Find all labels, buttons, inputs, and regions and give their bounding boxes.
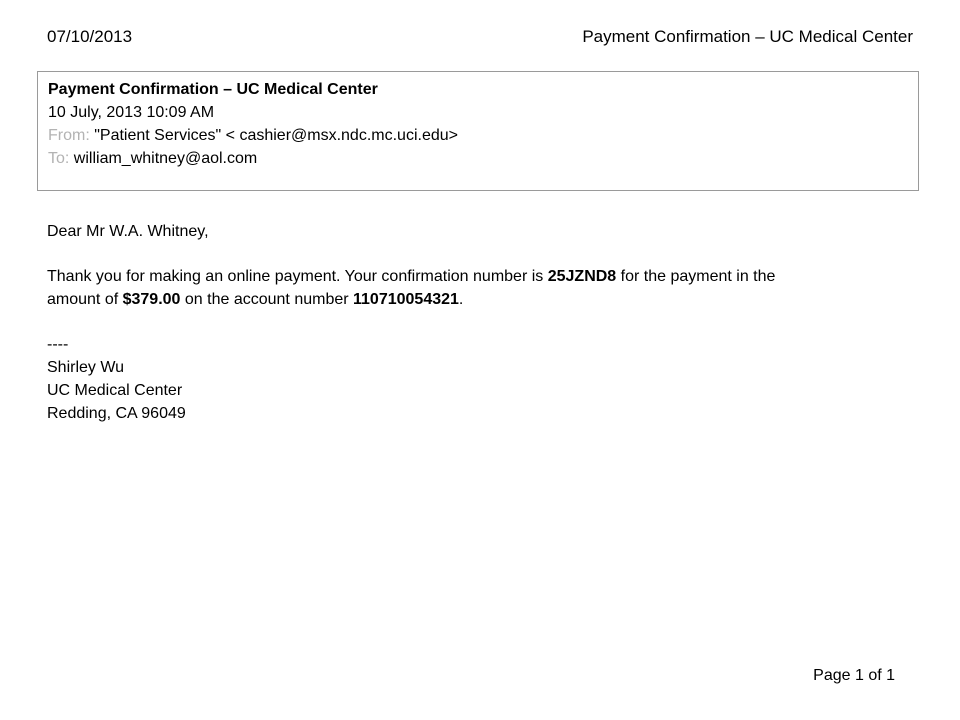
signature-name: Shirley Wu: [47, 359, 125, 376]
from-value: "Patient Services" < cashier@msx.ndc.mc.…: [94, 127, 458, 144]
message-text: .: [458, 291, 464, 308]
account-number: 110710054321: [353, 291, 459, 308]
message-text: amount of: [47, 291, 123, 308]
signature-separator: ----: [47, 336, 69, 353]
email-from-row: From: "Patient Services" < cashier@msx.n…: [48, 124, 908, 147]
to-label: To:: [48, 150, 70, 167]
print-header-title: Payment Confirmation – UC Medical Center: [582, 27, 913, 46]
to-value: william_whitney@aol.com: [73, 150, 258, 167]
signature-address: Redding, CA 96049: [47, 405, 186, 422]
page-number: Page 1 of 1: [813, 667, 895, 684]
signature-organization: UC Medical Center: [47, 382, 183, 399]
message-text: Thank you for making an online payment. …: [47, 268, 548, 285]
message-text: for the payment in the: [616, 268, 776, 285]
email-body: Dear Mr W.A. Whitney, Thank you for maki…: [47, 220, 907, 425]
print-date: 07/10/2013: [47, 27, 133, 46]
message-text: on the account number: [180, 291, 354, 308]
payment-message-line-1: Thank you for making an online payment. …: [47, 265, 907, 288]
greeting: Dear Mr W.A. Whitney,: [47, 223, 209, 240]
payment-message-line-2: amount of $379.00 on the account number …: [47, 288, 907, 311]
email-subject: Payment Confirmation – UC Medical Center: [48, 81, 378, 98]
from-label: From:: [48, 127, 90, 144]
email-datetime: 10 July, 2013 10:09 AM: [48, 104, 215, 121]
email-to-row: To: william_whitney@aol.com: [48, 147, 908, 170]
email-header-panel: Payment Confirmation – UC Medical Center…: [37, 71, 919, 191]
payment-amount: $379.00: [122, 291, 181, 308]
confirmation-number: 25JZND8: [547, 268, 617, 285]
